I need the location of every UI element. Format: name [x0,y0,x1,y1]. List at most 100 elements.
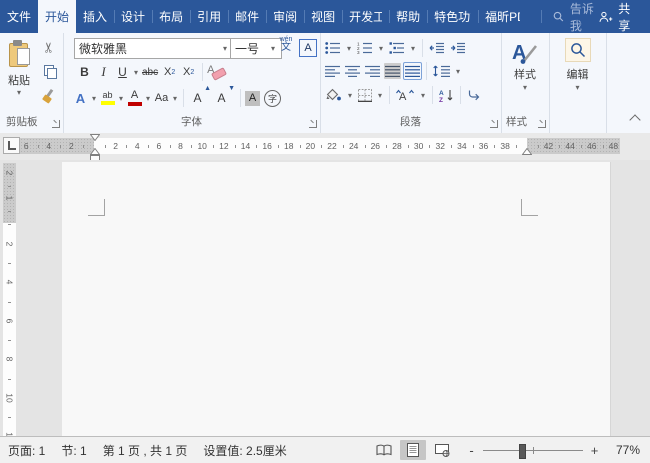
bullets-button[interactable] [324,40,342,56]
font-color-caret-icon[interactable] [144,94,152,103]
tab-file[interactable]: 文件 [0,0,38,33]
font-size-combobox[interactable]: 一号 [230,38,282,59]
zoom-in-button[interactable]: + [590,443,599,458]
align-center-button[interactable] [344,63,361,79]
numbering-caret-icon[interactable] [377,44,385,53]
tab-developer[interactable]: 开发工具 [342,0,389,33]
zoom-percentage[interactable]: 77% [608,443,640,457]
bold-button[interactable]: B [77,62,92,82]
enclose-characters-button[interactable]: 字 [264,89,281,107]
text-effects-button[interactable]: A [73,88,88,108]
status-setting-value[interactable]: 设置值: 2.5厘米 [203,442,286,459]
line-spacing-button[interactable] [432,63,451,79]
italic-button[interactable]: I [96,62,111,82]
font-name-caret-icon[interactable] [221,44,229,53]
strikethrough-button[interactable]: abc [142,62,158,82]
shrink-font-button[interactable]: A [214,85,235,108]
tab-review[interactable]: 审阅 [266,0,304,33]
copy-icon [43,65,57,79]
print-layout-button[interactable] [400,440,426,460]
clipboard-dialog-launcher-icon[interactable] [52,120,60,128]
show-marks-button[interactable] [466,87,482,103]
shading-caret-icon[interactable] [346,91,354,100]
zoom-out-button[interactable]: - [467,443,476,458]
multilevel-list-button[interactable] [388,40,406,56]
collapse-ribbon-icon[interactable] [629,114,641,126]
styles-caret-icon[interactable] [521,83,529,93]
ruler-tick [148,144,150,148]
highlight-caret-icon[interactable] [117,94,125,103]
decrease-indent-button[interactable] [428,40,446,56]
cut-button[interactable]: ✂ [39,37,59,57]
status-page-of[interactable]: 第 1 页 , 共 1 页 [103,442,188,459]
tab-foxit[interactable]: 福昕PDF [478,0,527,33]
editing-caret-icon[interactable] [574,83,582,92]
character-shading-button[interactable]: A [245,90,260,106]
zoom-slider-track[interactable] [483,443,583,459]
styles-dialog-launcher-icon[interactable] [538,120,546,128]
tab-view[interactable]: 视图 [304,0,342,33]
subscript-button[interactable]: X2 [162,62,177,82]
font-dialog-launcher-icon[interactable] [309,120,317,128]
numbering-button[interactable]: 123 [356,40,374,56]
ruler-number: 2 [4,241,15,246]
borders-button[interactable] [357,87,373,104]
vertical-ruler[interactable]: 2 1 2 4 6 8 10 12 [3,163,16,437]
tab-special[interactable]: 特色功能 [427,0,478,33]
phonetic-guide-button[interactable]: wén 文 [276,36,296,53]
copy-button[interactable] [39,61,59,81]
asian-layout-button[interactable]: A [395,87,416,104]
font-color-button[interactable]: A [127,88,142,108]
share-button[interactable]: 共享 [599,0,638,33]
status-page-number[interactable]: 页面: 1 [8,442,45,459]
character-border-button[interactable]: A [299,39,317,57]
text-effects-caret-icon[interactable] [90,94,98,103]
borders-caret-icon[interactable] [376,91,384,100]
distribute-icon [405,65,420,77]
zoom-slider-thumb[interactable] [519,443,526,459]
superscript-button[interactable]: X2 [181,62,196,82]
tab-selector[interactable] [3,137,20,154]
status-section[interactable]: 节: 1 [61,442,86,459]
increase-indent-button[interactable] [449,40,467,56]
tab-design[interactable]: 设计 [114,0,152,33]
shading-button[interactable] [324,86,343,104]
highlight-color-button[interactable]: ab [100,88,115,108]
justify-button[interactable] [384,63,401,79]
align-right-button[interactable] [364,63,381,79]
change-case-caret-icon[interactable] [171,94,179,103]
web-layout-button[interactable] [429,440,455,460]
underline-caret-icon[interactable] [132,68,140,77]
tab-home[interactable]: 开始 [38,0,77,33]
line-spacing-caret-icon[interactable] [454,67,462,76]
tab-insert[interactable]: 插入 [76,0,114,33]
tab-references[interactable]: 引用 [190,0,228,33]
styles-button[interactable]: A 样式 [501,39,549,93]
grow-font-button[interactable]: A [190,85,211,108]
editing-button[interactable] [564,38,591,62]
read-mode-button[interactable] [371,440,397,460]
tab-layout[interactable]: 布局 [152,0,190,33]
font-name-combobox[interactable]: 微软雅黑 [74,38,234,59]
multilevel-caret-icon[interactable] [409,44,417,53]
distribute-button[interactable] [403,62,422,80]
align-left-button[interactable] [324,63,341,79]
tab-mailings[interactable]: 邮件 [228,0,266,33]
paste-dropdown-caret-icon[interactable] [15,88,23,97]
sort-button[interactable]: AZ [438,87,455,104]
horizontal-ruler[interactable]: 6 4 2 2 4 6 8 10 12 14 16 18 20 22 24 26 28 30 32 34 36 38 42 4… [20,138,650,154]
right-indent-marker[interactable] [522,148,532,155]
tell-me-box[interactable]: 告诉我 [541,0,599,33]
change-case-button[interactable]: Aa [154,88,169,108]
paste-button[interactable]: 粘贴 [3,38,35,110]
bullets-caret-icon[interactable] [345,44,353,53]
paragraph-dialog-launcher-icon[interactable] [490,120,498,128]
asian-layout-caret-icon[interactable] [419,91,427,100]
format-painter-button[interactable] [39,86,59,106]
tab-help[interactable]: 帮助 [389,0,427,33]
underline-button[interactable]: U [115,62,130,82]
clear-formatting-button[interactable]: A [207,64,228,81]
document-page[interactable] [62,162,611,437]
first-line-indent-marker[interactable] [90,134,100,141]
styles-button-label: 样式 [514,69,536,81]
